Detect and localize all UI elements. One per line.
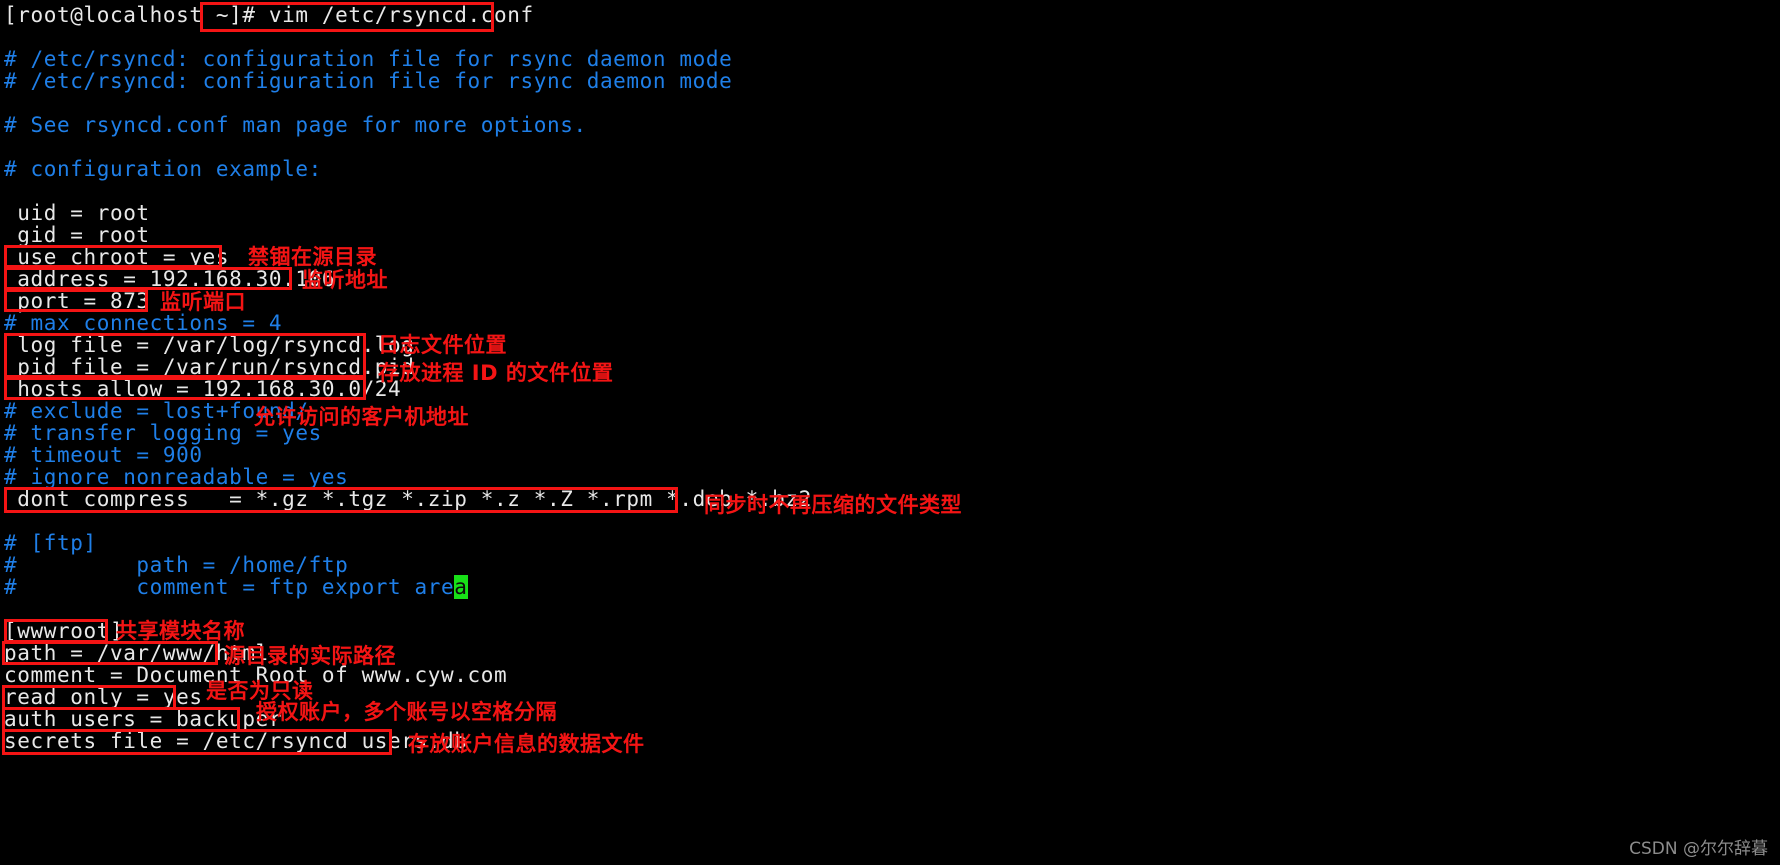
annotation-hosts-allow: 允许访问的客户机地址 [254,405,469,429]
file-line-26: [wwwroot] [4,619,124,643]
file-line-30: auth users = backuper [4,707,283,731]
file-line-0: # /etc/rsyncd: configuration file for rs… [4,47,733,71]
annotation-log-file: 日志文件位置 [378,333,507,357]
file-line-18: # timeout = 900 [4,443,203,467]
annotation-auth-users: 授权账户，多个账号以空格分隔 [256,700,557,724]
file-line-22: # [ftp] [4,531,97,555]
shell-prompt-line: [root@localhost ~]# vim /etc/rsyncd.conf [4,4,534,26]
annotation-address: 监听地址 [302,268,388,292]
file-line-23: # path = /home/ftp [4,553,349,577]
annotation-module-name: 共享模块名称 [116,619,245,643]
vim-cursor: a [454,575,468,599]
annotation-read-only: 是否为只读 [206,679,314,703]
file-line-12: # max connections = 4 [4,311,283,335]
file-line-8: gid = root [4,223,150,247]
file-line-20: dont compress = *.gz *.tgz *.zip *.z *.Z… [4,487,812,511]
annotation-path: 源目录的实际路径 [224,644,396,668]
file-line-14: pid file = /var/run/rsyncd.pid [4,355,415,379]
file-line-5: # configuration example: [4,157,322,181]
file-line-31: secrets file = /etc/rsyncd_users.db [4,729,468,753]
terminal-text-layer: [root@localhost ~]# vim /etc/rsyncd.conf… [0,0,1780,865]
csdn-watermark: CSDN @尔尔辞暮 [1629,839,1768,859]
annotation-secrets-file: 存放账户信息的数据文件 [408,732,645,756]
file-line-10: address = 192.168.30.106 [4,267,336,291]
annotation-dont-compress: 同步时不再压缩的文件类型 [704,493,962,517]
file-line-7: uid = root [4,201,150,225]
file-line-19: # ignore nonreadable = yes [4,465,349,489]
shell-prompt: [root@localhost ~]# [4,3,256,27]
file-line-11: port = 873 [4,289,150,313]
file-line-24-text: # comment = ftp export are [4,575,455,599]
file-line-3: # See rsyncd.conf man page for more opti… [4,113,587,137]
file-line-29: read only = yes [4,685,203,709]
file-line-15: hosts allow = 192.168.30.0/24 [4,377,402,401]
file-line-9: use chroot = yes [4,245,230,269]
annotation-use-chroot: 禁锢在源目录 [248,245,377,269]
shell-command: vim /etc/rsyncd.conf [255,3,534,27]
terminal-screen: [root@localhost ~]# vim /etc/rsyncd.conf… [0,0,1780,865]
annotation-port: 监听端口 [160,290,246,314]
annotation-pid-file: 存放进程 ID 的文件位置 [378,361,614,385]
file-line-24: # comment = ftp export area [4,575,468,599]
file-line-13: log file = /var/log/rsyncd.log [4,333,415,357]
file-line-1: # /etc/rsyncd: configuration file for rs… [4,69,733,93]
